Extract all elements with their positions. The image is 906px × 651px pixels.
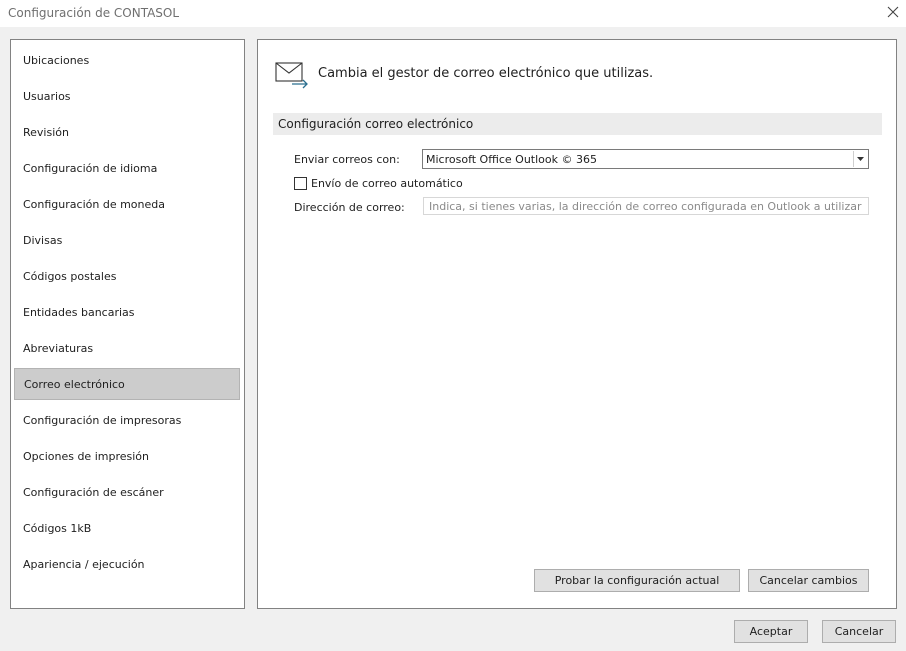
- sidebar-item-label: Configuración de moneda: [23, 197, 165, 211]
- email-address-input[interactable]: [423, 197, 869, 215]
- sidebar-item-label: Configuración de impresoras: [23, 413, 182, 427]
- sidebar-item[interactable]: Configuración de impresoras: [14, 404, 240, 436]
- sidebar-item-label: Usuarios: [23, 89, 71, 103]
- send-with-label: Enviar correos con:: [294, 153, 400, 166]
- sidebar-item[interactable]: Configuración de escáner: [14, 476, 240, 508]
- auto-send-label: Envío de correo automático: [311, 177, 463, 190]
- sidebar-item-label: Ubicaciones: [23, 53, 90, 67]
- window-title: Configuración de CONTASOL: [8, 6, 180, 20]
- sidebar-item[interactable]: Códigos postales: [14, 260, 240, 292]
- mail-client-value: Microsoft Office Outlook © 365: [426, 153, 597, 166]
- sidebar-item[interactable]: Abreviaturas: [14, 332, 240, 364]
- accept-button[interactable]: Aceptar: [734, 620, 808, 643]
- cancel-changes-button[interactable]: Cancelar cambios: [748, 569, 869, 592]
- sidebar-item-label: Configuración de escáner: [23, 485, 164, 499]
- title-bar: Configuración de CONTASOL: [0, 0, 906, 27]
- sidebar-item[interactable]: Correo electrónico: [14, 368, 240, 400]
- main-panel: Cambia el gestor de correo electrónico q…: [257, 39, 897, 609]
- sidebar-item-label: Configuración de idioma: [23, 161, 158, 175]
- sidebar-item[interactable]: Configuración de moneda: [14, 188, 240, 220]
- close-icon: [887, 6, 899, 18]
- auto-send-checkbox[interactable]: [294, 177, 307, 190]
- sidebar-item-label: Correo electrónico: [24, 377, 125, 391]
- sidebar-item-label: Revisión: [23, 125, 69, 139]
- section-title: Configuración correo electrónico: [278, 117, 474, 131]
- page-description: Cambia el gestor de correo electrónico q…: [318, 66, 654, 81]
- sidebar-item[interactable]: Códigos 1kB: [14, 512, 240, 544]
- sidebar-item-label: Códigos 1kB: [23, 521, 92, 535]
- sidebar-item-label: Opciones de impresión: [23, 449, 149, 463]
- test-configuration-button[interactable]: Probar la configuración actual: [534, 569, 740, 592]
- auto-send-option[interactable]: Envío de correo automático: [294, 177, 463, 190]
- mail-forward-icon: [275, 62, 308, 89]
- sidebar-item-label: Abreviaturas: [23, 341, 94, 355]
- sidebar-item[interactable]: Usuarios: [14, 80, 240, 112]
- sidebar-item[interactable]: Apariencia / ejecución: [14, 548, 240, 580]
- sidebar-item-label: Divisas: [23, 233, 63, 247]
- section-header: Configuración correo electrónico: [273, 113, 882, 135]
- sidebar-item[interactable]: Entidades bancarias: [14, 296, 240, 328]
- cancel-button[interactable]: Cancelar: [822, 620, 896, 643]
- sidebar-item-label: Apariencia / ejecución: [23, 557, 145, 571]
- sidebar-item[interactable]: Divisas: [14, 224, 240, 256]
- chevron-down-icon: [857, 157, 864, 161]
- sidebar-item[interactable]: Configuración de idioma: [14, 152, 240, 184]
- email-address-label: Dirección de correo:: [294, 201, 405, 214]
- dropdown-button[interactable]: [853, 151, 867, 167]
- sidebar-item[interactable]: Revisión: [14, 116, 240, 148]
- sidebar-item-label: Entidades bancarias: [23, 305, 135, 319]
- mail-client-select[interactable]: Microsoft Office Outlook © 365: [422, 149, 869, 169]
- close-button[interactable]: [880, 0, 906, 24]
- sidebar-item-label: Códigos postales: [23, 269, 117, 283]
- sidebar-list: Ubicaciones Usuarios Revisión Configuración…: [10, 39, 245, 609]
- sidebar-item[interactable]: Opciones de impresión: [14, 440, 240, 472]
- sidebar-item[interactable]: Ubicaciones: [14, 44, 240, 76]
